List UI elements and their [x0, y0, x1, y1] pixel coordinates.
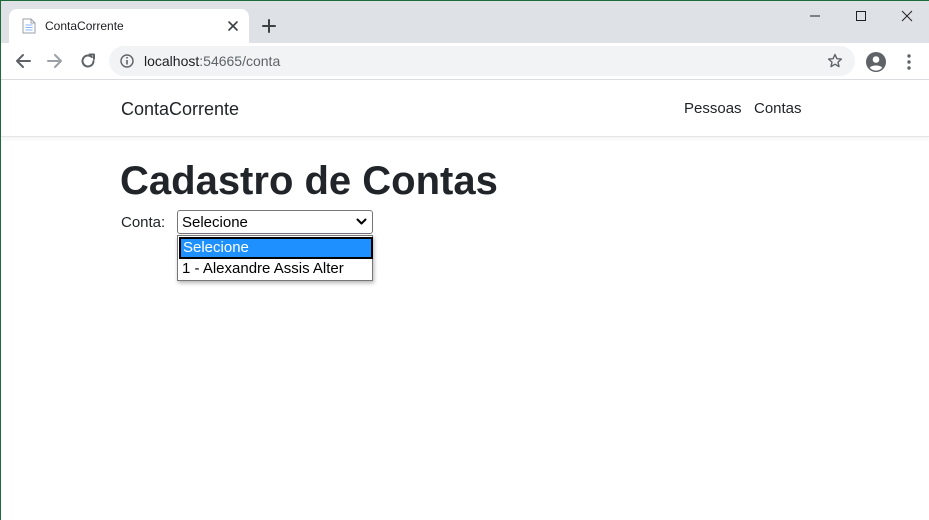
url-path: :54665/conta [199, 53, 281, 69]
address-bar[interactable]: localhost:54665/conta [109, 46, 855, 76]
maximize-icon [856, 11, 866, 21]
chevron-down-icon [356, 218, 367, 225]
star-icon[interactable] [827, 53, 843, 69]
back-button[interactable] [11, 49, 35, 73]
tab-title: ContaCorrente [45, 19, 124, 33]
conta-select[interactable]: Selecione [177, 210, 373, 234]
browser-toolbar: localhost:54665/conta [1, 43, 929, 80]
minimize-button[interactable] [792, 1, 838, 31]
option-conta-1[interactable]: 1 - Alexandre Assis Alter [179, 259, 373, 281]
plus-icon[interactable] [255, 12, 283, 40]
page-title: Cadastro de Contas [120, 159, 498, 203]
browser-tab[interactable]: ContaCorrente [9, 9, 249, 43]
close-icon [901, 10, 913, 22]
conta-dropdown-list: Selecione 1 - Alexandre Assis Alter [177, 235, 373, 281]
info-icon[interactable] [120, 54, 134, 68]
document-icon [22, 18, 36, 34]
forward-button[interactable] [43, 49, 67, 73]
window-close-button[interactable] [884, 1, 929, 31]
close-icon[interactable] [225, 18, 241, 34]
maximize-button[interactable] [838, 1, 884, 31]
nav-link-contas[interactable]: Contas [754, 100, 802, 118]
option-selecione[interactable]: Selecione [179, 237, 373, 259]
site-navbar: ContaCorrente Pessoas Contas [1, 81, 929, 137]
conta-label: Conta: [121, 214, 166, 231]
site-brand[interactable]: ContaCorrente [121, 98, 239, 120]
arrow-right-icon [47, 54, 62, 68]
browser-window: ContaCorrente localhost:54665/conta Cont… [0, 0, 929, 520]
account-circle-icon[interactable] [865, 51, 887, 73]
minimize-icon [810, 15, 820, 17]
nav-link-pessoas[interactable]: Pessoas [684, 100, 742, 118]
reload-button[interactable] [76, 49, 100, 73]
url-text[interactable]: localhost:54665/conta [144, 53, 280, 69]
select-value: Selecione [182, 214, 248, 231]
arrow-left-icon [16, 54, 31, 68]
three-dots-vertical-icon[interactable] [903, 53, 915, 71]
tab-strip: ContaCorrente [1, 1, 929, 43]
reload-icon [81, 53, 95, 68]
url-host: localhost [144, 53, 200, 69]
page-content: ContaCorrente Pessoas Contas Cadastro de… [1, 81, 929, 520]
